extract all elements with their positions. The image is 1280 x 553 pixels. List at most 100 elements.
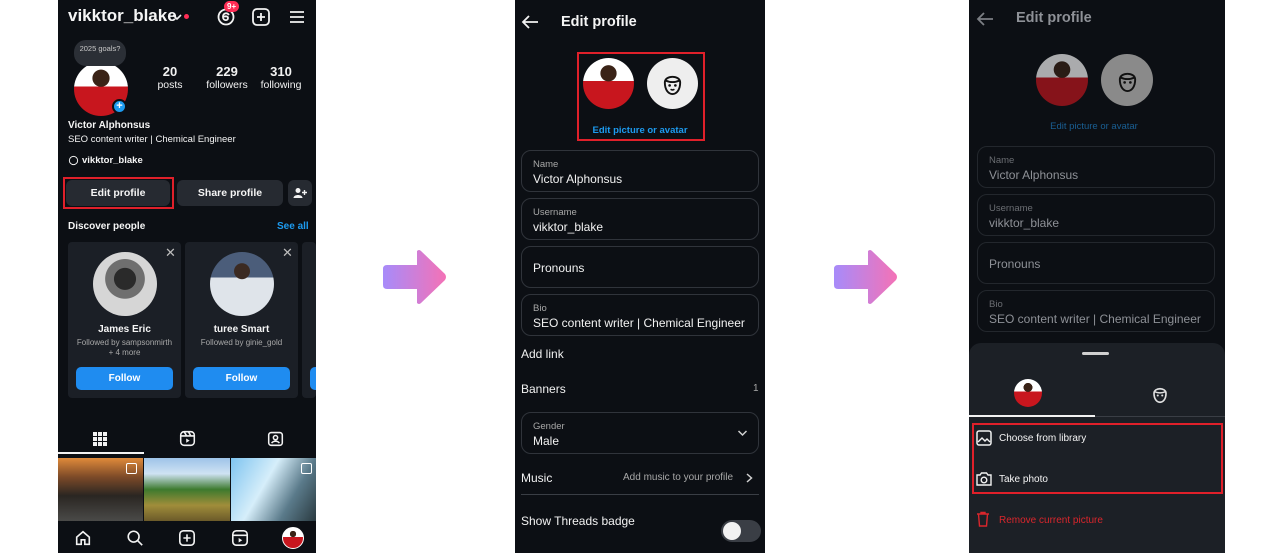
stat-value: 310 <box>270 64 292 79</box>
pronouns-field[interactable]: Pronouns <box>977 242 1215 284</box>
step-arrow-icon <box>834 250 897 304</box>
back-arrow-icon[interactable] <box>521 14 539 30</box>
field-label: Username <box>989 203 1033 214</box>
field-value: vikktor_blake <box>989 216 1060 230</box>
profile-full-name: Victor Alphonsus <box>68 120 151 131</box>
discover-people-title: Discover people <box>68 221 146 232</box>
suggestion-name[interactable]: turee Smart <box>185 324 298 335</box>
trash-icon <box>977 511 989 527</box>
field-value: vikktor_blake <box>533 220 604 234</box>
profile-username[interactable]: vikktor_blake <box>68 6 177 26</box>
page-title: Edit profile <box>1016 10 1092 26</box>
suggestion-card[interactable]: ✕ turee Smart Followed by ginie_gold Fol… <box>185 242 298 398</box>
avatar-option[interactable] <box>1101 54 1153 106</box>
field-label: Bio <box>989 299 1003 310</box>
tutorial-stage: vikktor_blake 9+ 2025 goals? + 20 posts … <box>0 0 1280 553</box>
edit-picture-sheet-screen: Edit profile Edit picture or avatar Name… <box>969 0 1225 553</box>
follow-button-partial[interactable] <box>310 367 316 390</box>
field-placeholder: Pronouns <box>533 261 585 275</box>
reels-tab-icon[interactable] <box>179 430 196 447</box>
field-value: SEO content writer | Chemical Engineer <box>989 312 1201 326</box>
step-arrow-icon <box>383 250 446 304</box>
edit-picture-link[interactable]: Edit picture or avatar <box>1029 121 1159 132</box>
profile-tab-avatar[interactable] <box>282 527 304 549</box>
chevron-down-icon <box>737 430 748 437</box>
edit-profile-screen: Edit profile Edit picture or avatar Name… <box>515 0 765 553</box>
follow-button[interactable]: Follow <box>76 367 173 390</box>
banners-count: 1 <box>753 383 759 394</box>
field-placeholder: Pronouns <box>989 257 1041 271</box>
home-icon[interactable] <box>74 529 92 547</box>
note-bubble[interactable]: 2025 goals? <box>74 40 126 66</box>
see-all-link[interactable]: See all <box>277 221 309 232</box>
threads-handle-link[interactable]: vikktor_blake <box>82 155 143 166</box>
dismiss-icon[interactable]: ✕ <box>282 245 293 261</box>
highlight-box <box>972 423 1223 494</box>
stat-label: following <box>260 79 302 91</box>
suggestion-avatar[interactable] <box>93 252 157 316</box>
avatar-face-icon <box>1118 72 1137 93</box>
bio-field[interactable]: Bio SEO content writer | Chemical Engine… <box>977 290 1215 332</box>
music-row[interactable]: Music <box>521 471 552 485</box>
stat-label: posts <box>157 79 183 91</box>
threads-small-icon <box>68 155 79 166</box>
threads-badge-row: Show Threads badge <box>521 514 635 528</box>
active-tab-indicator <box>969 415 1095 417</box>
suggestion-card[interactable]: ✕ James Eric Followed by sampsonmirth + … <box>68 242 181 398</box>
add-story-icon[interactable]: + <box>112 99 127 114</box>
sheet-drag-handle[interactable] <box>1082 352 1109 355</box>
suggestion-name[interactable]: James Eric <box>68 324 181 335</box>
stat-label: followers <box>206 79 248 91</box>
suggestion-avatar[interactable] <box>210 252 274 316</box>
remove-picture-option[interactable]: Remove current picture <box>999 515 1103 526</box>
add-post-icon[interactable] <box>251 7 271 27</box>
chevron-down-icon[interactable] <box>172 13 182 21</box>
username-field[interactable]: Username vikktor_blake <box>521 198 759 240</box>
bio-field[interactable]: Bio SEO content writer | Chemical Engine… <box>521 294 759 336</box>
follow-button[interactable]: Follow <box>193 367 290 390</box>
threads-badge-toggle[interactable] <box>721 520 761 542</box>
add-link-row[interactable]: Add link <box>521 347 564 361</box>
profile-bio: SEO content writer | Chemical Engineer <box>68 134 236 145</box>
field-value: SEO content writer | Chemical Engineer <box>533 316 745 330</box>
stat-value: 20 <box>162 64 178 79</box>
tagged-tab-icon[interactable] <box>267 430 284 447</box>
field-label: Name <box>989 155 1015 166</box>
picture-tab[interactable] <box>1014 379 1042 407</box>
stat-posts[interactable]: 20 posts <box>150 64 190 91</box>
reels-icon[interactable] <box>231 529 249 547</box>
menu-icon[interactable] <box>287 7 307 27</box>
avatar-tab-icon[interactable] <box>1151 384 1169 404</box>
back-arrow-icon[interactable] <box>976 11 994 27</box>
stat-following[interactable]: 310 following <box>256 64 306 91</box>
field-label: Name <box>533 159 559 170</box>
discover-people-button[interactable] <box>288 180 312 206</box>
share-profile-button[interactable]: Share profile <box>177 180 283 206</box>
chevron-right-icon <box>746 473 753 483</box>
suggestion-subtitle: Followed by ginie_gold <box>200 338 283 347</box>
tab-divider <box>1095 416 1225 417</box>
dismiss-icon[interactable]: ✕ <box>165 245 176 261</box>
gender-select[interactable]: Gender Male <box>521 412 759 454</box>
create-icon[interactable] <box>178 529 196 547</box>
divider <box>521 494 759 495</box>
highlight-box <box>577 52 705 141</box>
pronouns-field[interactable]: Pronouns <box>521 246 759 288</box>
suggestion-card-partial[interactable] <box>302 242 316 398</box>
profile-picture[interactable] <box>1036 54 1088 106</box>
multi-post-icon <box>301 463 312 474</box>
stat-followers[interactable]: 229 followers <box>202 64 252 91</box>
post-thumbnail[interactable] <box>144 458 230 521</box>
username-field[interactable]: Username vikktor_blake <box>977 194 1215 236</box>
active-tab-indicator <box>58 452 144 454</box>
grid-icon[interactable] <box>92 431 108 447</box>
banners-row[interactable]: Banners <box>521 382 566 396</box>
name-field[interactable]: Name Victor Alphonsus <box>977 146 1215 188</box>
notification-badge: 9+ <box>224 1 240 12</box>
name-field[interactable]: Name Victor Alphonsus <box>521 150 759 192</box>
profile-screen: vikktor_blake 9+ 2025 goals? + 20 posts … <box>58 0 316 553</box>
field-value: Male <box>533 434 560 448</box>
unread-dot <box>184 14 189 19</box>
search-icon[interactable] <box>126 529 144 547</box>
suggestion-subtitle: Followed by sampsonmirth + 4 more <box>76 338 173 357</box>
